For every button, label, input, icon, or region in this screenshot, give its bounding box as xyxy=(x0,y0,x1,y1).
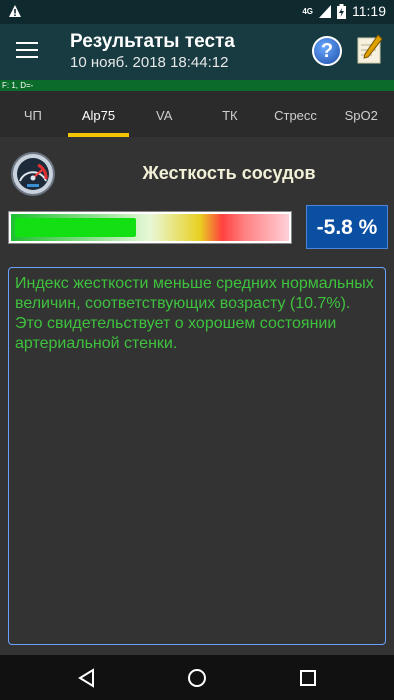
signal-icon xyxy=(319,4,331,18)
tab-spo2[interactable]: SpO2 xyxy=(328,91,394,137)
tab-alp75[interactable]: Alp75 xyxy=(66,91,132,137)
edit-note-icon[interactable] xyxy=(356,33,384,65)
test-datetime: 10 нояб. 2018 18:44:12 xyxy=(70,54,229,71)
section-title: Жесткость сосудов xyxy=(142,163,316,183)
navigation-bar xyxy=(0,655,394,700)
app-bar: Результаты теста 10 нояб. 2018 18:44:12 … xyxy=(0,24,394,80)
stiffness-bar-fill xyxy=(15,218,137,237)
network-type: 4G xyxy=(302,6,313,16)
info-strip: F: 1, D=- xyxy=(0,80,394,91)
status-bar: 4G 11:19 xyxy=(0,0,394,24)
warning-triangle-icon xyxy=(9,5,21,17)
description-box: Индекс жесткости меньше средних нормальн… xyxy=(8,267,386,645)
page-title: Результаты теста xyxy=(70,31,235,52)
battery-icon xyxy=(337,3,346,19)
tab-bar: ЧП Alp75 VA ТК Стресс SpO2 xyxy=(0,91,394,137)
speedometer-icon xyxy=(11,152,55,196)
back-icon[interactable] xyxy=(76,667,98,689)
home-icon[interactable] xyxy=(186,667,208,689)
stiffness-value: -5.8 % xyxy=(306,205,388,249)
menu-button[interactable] xyxy=(16,42,38,60)
stiffness-bar xyxy=(8,211,292,244)
tab-stress[interactable]: Стресс xyxy=(263,91,329,137)
help-button[interactable]: ? xyxy=(312,36,342,66)
stiffness-scale xyxy=(11,214,289,241)
tab-tk[interactable]: ТК xyxy=(197,91,263,137)
recents-icon[interactable] xyxy=(297,667,319,689)
clock: 11:19 xyxy=(352,3,386,19)
title-block: Результаты теста 10 нояб. 2018 18:44:12 xyxy=(70,31,235,73)
content-panel: Жесткость сосудов -5.8 % Индекс жесткост… xyxy=(0,137,394,655)
tab-va[interactable]: VA xyxy=(131,91,197,137)
tab-hr[interactable]: ЧП xyxy=(0,91,66,137)
